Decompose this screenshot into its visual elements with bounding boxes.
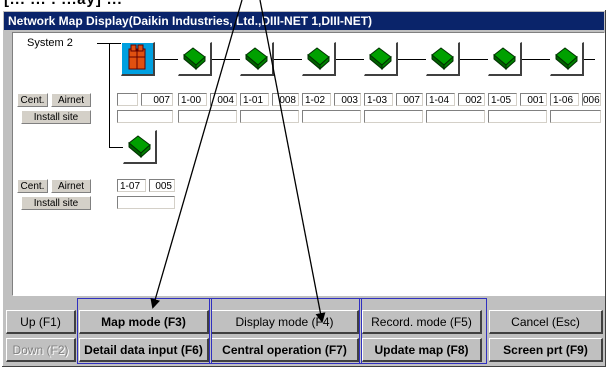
arrow-to-map-mode [150, 0, 243, 309]
arrow-to-display-mode [259, 0, 326, 323]
annotation-arrows [150, 0, 326, 323]
